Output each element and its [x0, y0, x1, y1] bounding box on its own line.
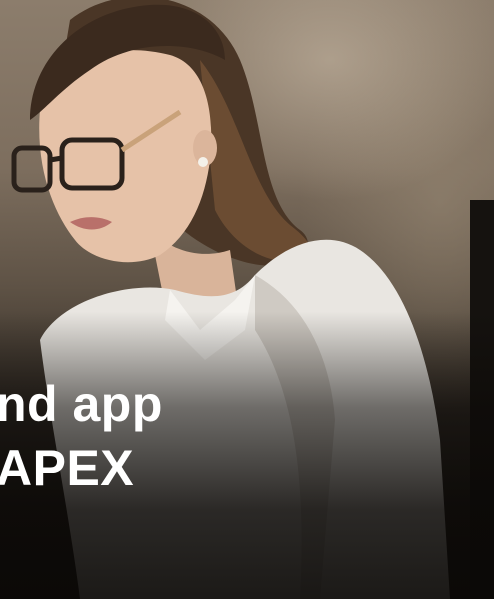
hero-banner: nd app APEX	[0, 0, 494, 599]
headline: nd app APEX	[0, 372, 163, 500]
headline-line-1: nd app	[0, 376, 163, 432]
headline-line-2: APEX	[0, 440, 135, 496]
bottom-gradient-overlay	[0, 0, 494, 599]
